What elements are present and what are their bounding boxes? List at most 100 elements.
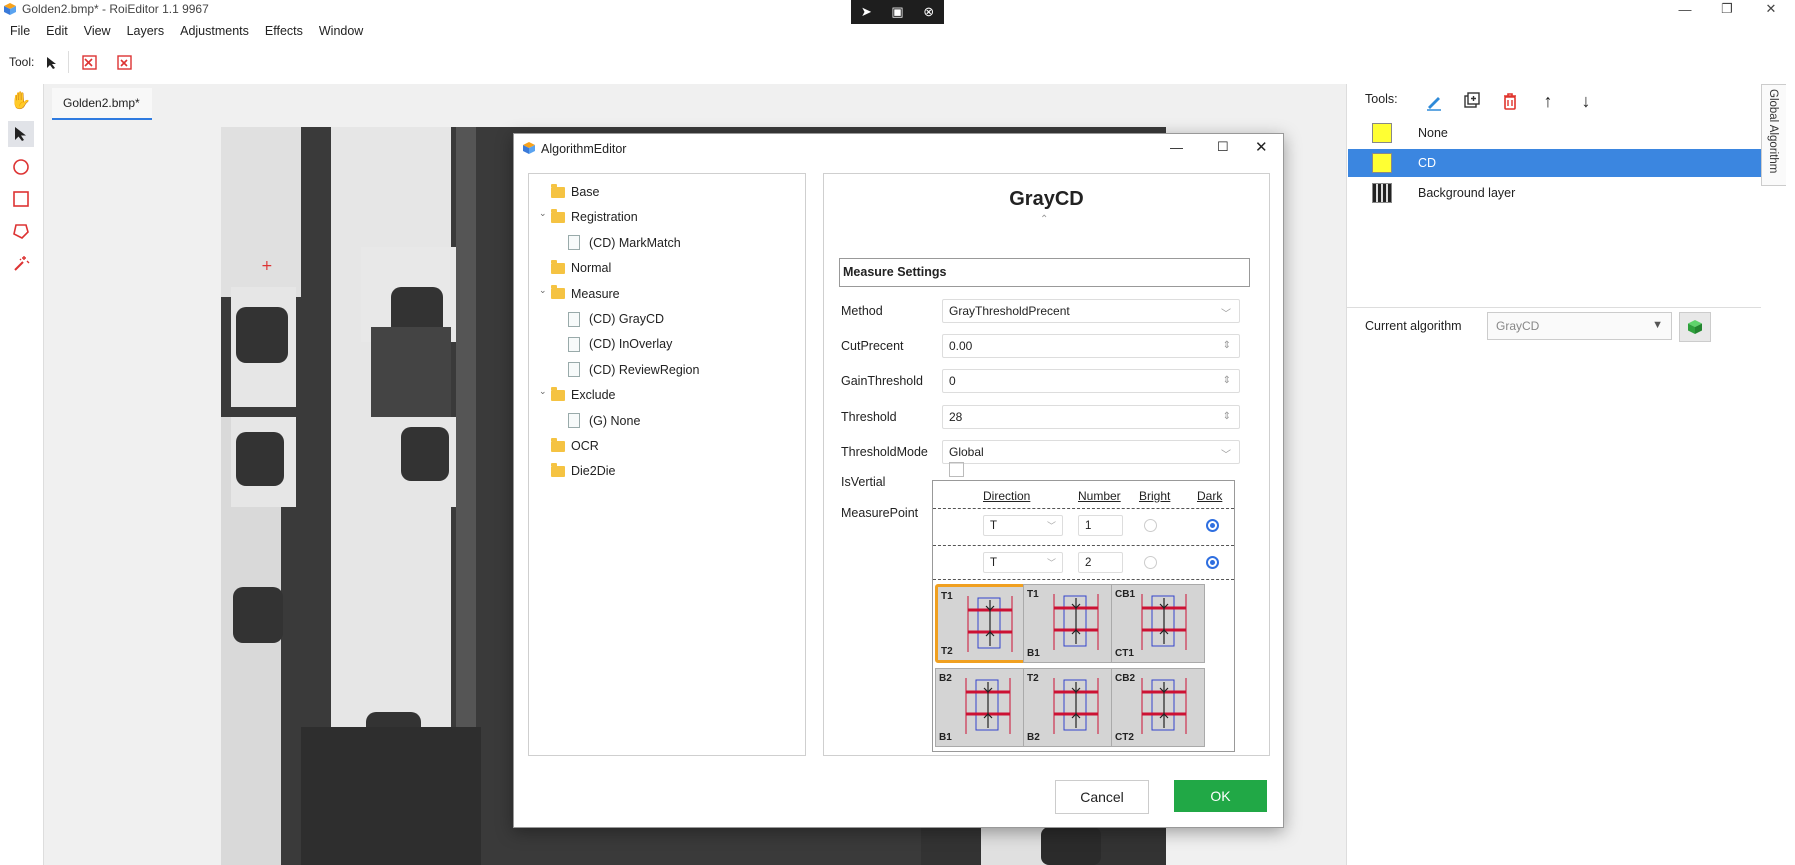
tile-bottom-label: T2: [941, 646, 953, 657]
bright-radio[interactable]: [1144, 519, 1157, 532]
bright-radio[interactable]: [1144, 556, 1157, 569]
menu-window[interactable]: Window: [311, 24, 371, 38]
tree-folder[interactable]: ⌄ Exclude: [539, 384, 616, 406]
gainthreshold-input[interactable]: 0 ⇕: [942, 369, 1240, 393]
menu-edit[interactable]: Edit: [38, 24, 76, 38]
pointer-tool-icon[interactable]: [46, 56, 58, 70]
expand-chevron-icon[interactable]: ⌄: [539, 208, 547, 219]
thresholdmode-select[interactable]: Global ﹀: [942, 440, 1240, 464]
tree-folder[interactable]: ⌄ Measure: [539, 283, 620, 305]
tree-item[interactable]: (CD) MarkMatch: [568, 232, 681, 254]
direction-select[interactable]: T ﹀: [983, 515, 1063, 536]
isvertial-checkbox[interactable]: [949, 462, 964, 477]
dark-radio[interactable]: [1206, 519, 1219, 532]
close-window-button[interactable]: ✕: [1753, 0, 1789, 18]
tree-item[interactable]: (CD) ReviewRegion: [568, 359, 699, 381]
current-algorithm-value: GrayCD: [1496, 319, 1540, 333]
settings-panel: GrayCD ⌃ Measure Settings Method GrayThr…: [823, 173, 1270, 756]
capture-close-icon[interactable]: ⊗: [923, 4, 934, 20]
tile-top-label: T2: [1027, 673, 1039, 684]
direction-select[interactable]: T ﹀: [983, 552, 1063, 573]
threshold-input[interactable]: 28 ⇕: [942, 405, 1240, 429]
minimize-button[interactable]: —: [1667, 0, 1703, 18]
trash-icon: [1504, 93, 1516, 110]
panel-divider: [1347, 307, 1761, 308]
section-header[interactable]: Measure Settings: [839, 258, 1250, 287]
cancel-button[interactable]: Cancel: [1055, 780, 1149, 814]
capture-cursor-icon[interactable]: ➤: [861, 4, 872, 20]
number-header: Number: [1078, 489, 1121, 503]
measure-mode-tile[interactable]: CB2 CT2: [1111, 668, 1205, 747]
file-icon: [568, 235, 580, 251]
tree-item[interactable]: (CD) GrayCD: [568, 308, 664, 330]
document-tab[interactable]: Golden2.bmp*: [52, 88, 152, 120]
ellipse-tool[interactable]: [8, 154, 34, 180]
measure-mode-tile[interactable]: T1 B1: [1023, 584, 1117, 663]
capture-screen-icon[interactable]: ▣: [891, 4, 903, 20]
measure-mode-tile[interactable]: CB1 CT1: [1111, 584, 1205, 663]
layer-row[interactable]: None: [1348, 119, 1761, 147]
arrow-cursor-icon: [15, 127, 26, 141]
folder-icon: [551, 462, 565, 477]
spinner-icon: ⇕: [1222, 411, 1231, 422]
tree-item[interactable]: (CD) InOverlay: [568, 333, 672, 355]
tree-folder[interactable]: ⌄ Registration: [539, 206, 638, 228]
method-select[interactable]: GrayThresholdPrecent ﹀: [942, 299, 1240, 323]
restore-button[interactable]: ❐: [1709, 0, 1745, 18]
polygon-tool[interactable]: [8, 218, 34, 244]
add-layer-button[interactable]: [1459, 88, 1485, 114]
number-input[interactable]: 1: [1078, 515, 1123, 536]
spinner-icon: ⇕: [1222, 375, 1231, 386]
number-input[interactable]: 2: [1078, 552, 1123, 573]
tile-top-label: CB2: [1115, 673, 1136, 684]
arrow-up-icon: ↑: [1543, 90, 1553, 111]
dialog-maximize-icon[interactable]: ☐: [1217, 139, 1229, 155]
menu-adjustments[interactable]: Adjustments: [172, 24, 257, 38]
measure-mode-tile[interactable]: T1 T2: [935, 584, 1029, 663]
tree-folder[interactable]: Base: [551, 181, 600, 203]
select-tool[interactable]: [8, 121, 34, 147]
delete-layer-button[interactable]: [1497, 88, 1523, 114]
polygon-icon: [13, 224, 29, 239]
tree-folder[interactable]: Die2Die: [551, 460, 615, 482]
hand-tool[interactable]: ✋: [8, 88, 34, 114]
apply-algorithm-button[interactable]: [1679, 312, 1711, 342]
menu-view[interactable]: View: [76, 24, 119, 38]
expand-chevron-icon[interactable]: ⌄: [539, 386, 547, 397]
measure-mode-tile[interactable]: B2 B1: [935, 668, 1029, 747]
delete-region-icon[interactable]: [80, 53, 98, 71]
ok-button[interactable]: OK: [1174, 780, 1267, 812]
dialog-minimize-icon[interactable]: —: [1170, 140, 1183, 155]
layer-row[interactable]: Background layer: [1348, 179, 1761, 207]
layer-row[interactable]: CD: [1348, 149, 1761, 177]
tree-folder[interactable]: Normal: [551, 257, 611, 279]
global-algorithm-tab[interactable]: Global Algorithm: [1761, 84, 1786, 186]
rectangle-tool[interactable]: [8, 186, 34, 212]
dialog-close-icon[interactable]: ✕: [1255, 138, 1268, 156]
menu-file[interactable]: File: [0, 24, 38, 38]
tree-label: Exclude: [571, 388, 616, 403]
collapse-caret-icon[interactable]: ⌃: [1040, 214, 1048, 225]
measure-mode-tile[interactable]: T2 B2: [1023, 668, 1117, 747]
layer-name: CD: [1418, 156, 1437, 170]
tree-label: (CD) ReviewRegion: [589, 362, 700, 377]
edit-layer-button[interactable]: [1421, 88, 1447, 114]
move-up-button[interactable]: ↑: [1535, 88, 1561, 114]
menu-layers[interactable]: Layers: [119, 24, 173, 38]
tree-item[interactable]: (G) None: [568, 410, 640, 432]
tree-folder[interactable]: OCR: [551, 435, 599, 457]
dark-radio[interactable]: [1206, 556, 1219, 569]
move-down-button[interactable]: ↓: [1573, 88, 1599, 114]
hand-icon: ✋: [10, 91, 32, 110]
menu-effects[interactable]: Effects: [257, 24, 311, 38]
expand-chevron-icon[interactable]: ⌄: [539, 285, 547, 296]
measure-diagram-icon: [1141, 594, 1187, 650]
cutprecent-input[interactable]: 0.00 ⇕: [942, 334, 1240, 358]
delete-all-regions-icon[interactable]: [115, 53, 133, 71]
magic-wand-tool[interactable]: [8, 250, 34, 276]
current-algorithm-select[interactable]: GrayCD ▼: [1487, 312, 1672, 340]
arrow-down-icon: ↓: [1581, 90, 1591, 111]
document-tab-label: Golden2.bmp*: [63, 96, 140, 110]
app-icon: [4, 3, 16, 15]
number-value: 2: [1085, 556, 1092, 569]
